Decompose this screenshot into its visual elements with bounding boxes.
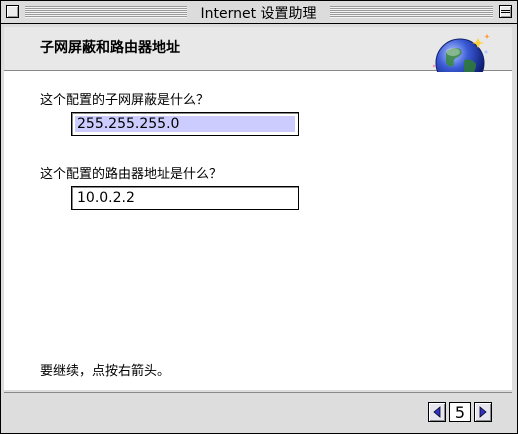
- left-arrow-icon: [433, 406, 441, 418]
- title-stripes-right: [330, 6, 493, 18]
- close-box[interactable]: [6, 5, 19, 18]
- next-button[interactable]: [474, 402, 492, 422]
- navigation-bar: 5: [4, 392, 512, 430]
- step-title: 子网屏蔽和路由器地址: [40, 40, 180, 56]
- collapse-box[interactable]: [499, 5, 512, 18]
- title-bar[interactable]: Internet 设置助理: [1, 1, 517, 24]
- subnet-mask-field[interactable]: 255.255.255.0: [71, 112, 299, 136]
- previous-button[interactable]: [428, 402, 446, 422]
- window-title: Internet 设置助理: [200, 6, 317, 22]
- page-navigator: 5: [428, 401, 492, 423]
- right-arrow-icon: [479, 406, 487, 418]
- assistant-window: Internet 设置助理 子网屏蔽和路由器地址 这个配置的子网屏蔽是什么？ 2…: [0, 0, 518, 434]
- router-address-label: 这个配置的路由器地址是什么？: [40, 167, 223, 182]
- page-number: 5: [449, 402, 471, 422]
- subnet-mask-label: 这个配置的子网屏蔽是什么？: [40, 93, 210, 108]
- continue-hint: 要继续，点按右箭头。: [40, 364, 171, 379]
- subnet-mask-value[interactable]: 255.255.255.0: [75, 116, 295, 132]
- content-area: 这个配置的子网屏蔽是什么？ 255.255.255.0 这个配置的路由器地址是什…: [4, 72, 512, 390]
- router-address-value[interactable]: 10.0.2.2: [75, 190, 137, 206]
- router-address-field[interactable]: 10.0.2.2: [71, 186, 299, 210]
- title-stripes-left: [25, 6, 187, 18]
